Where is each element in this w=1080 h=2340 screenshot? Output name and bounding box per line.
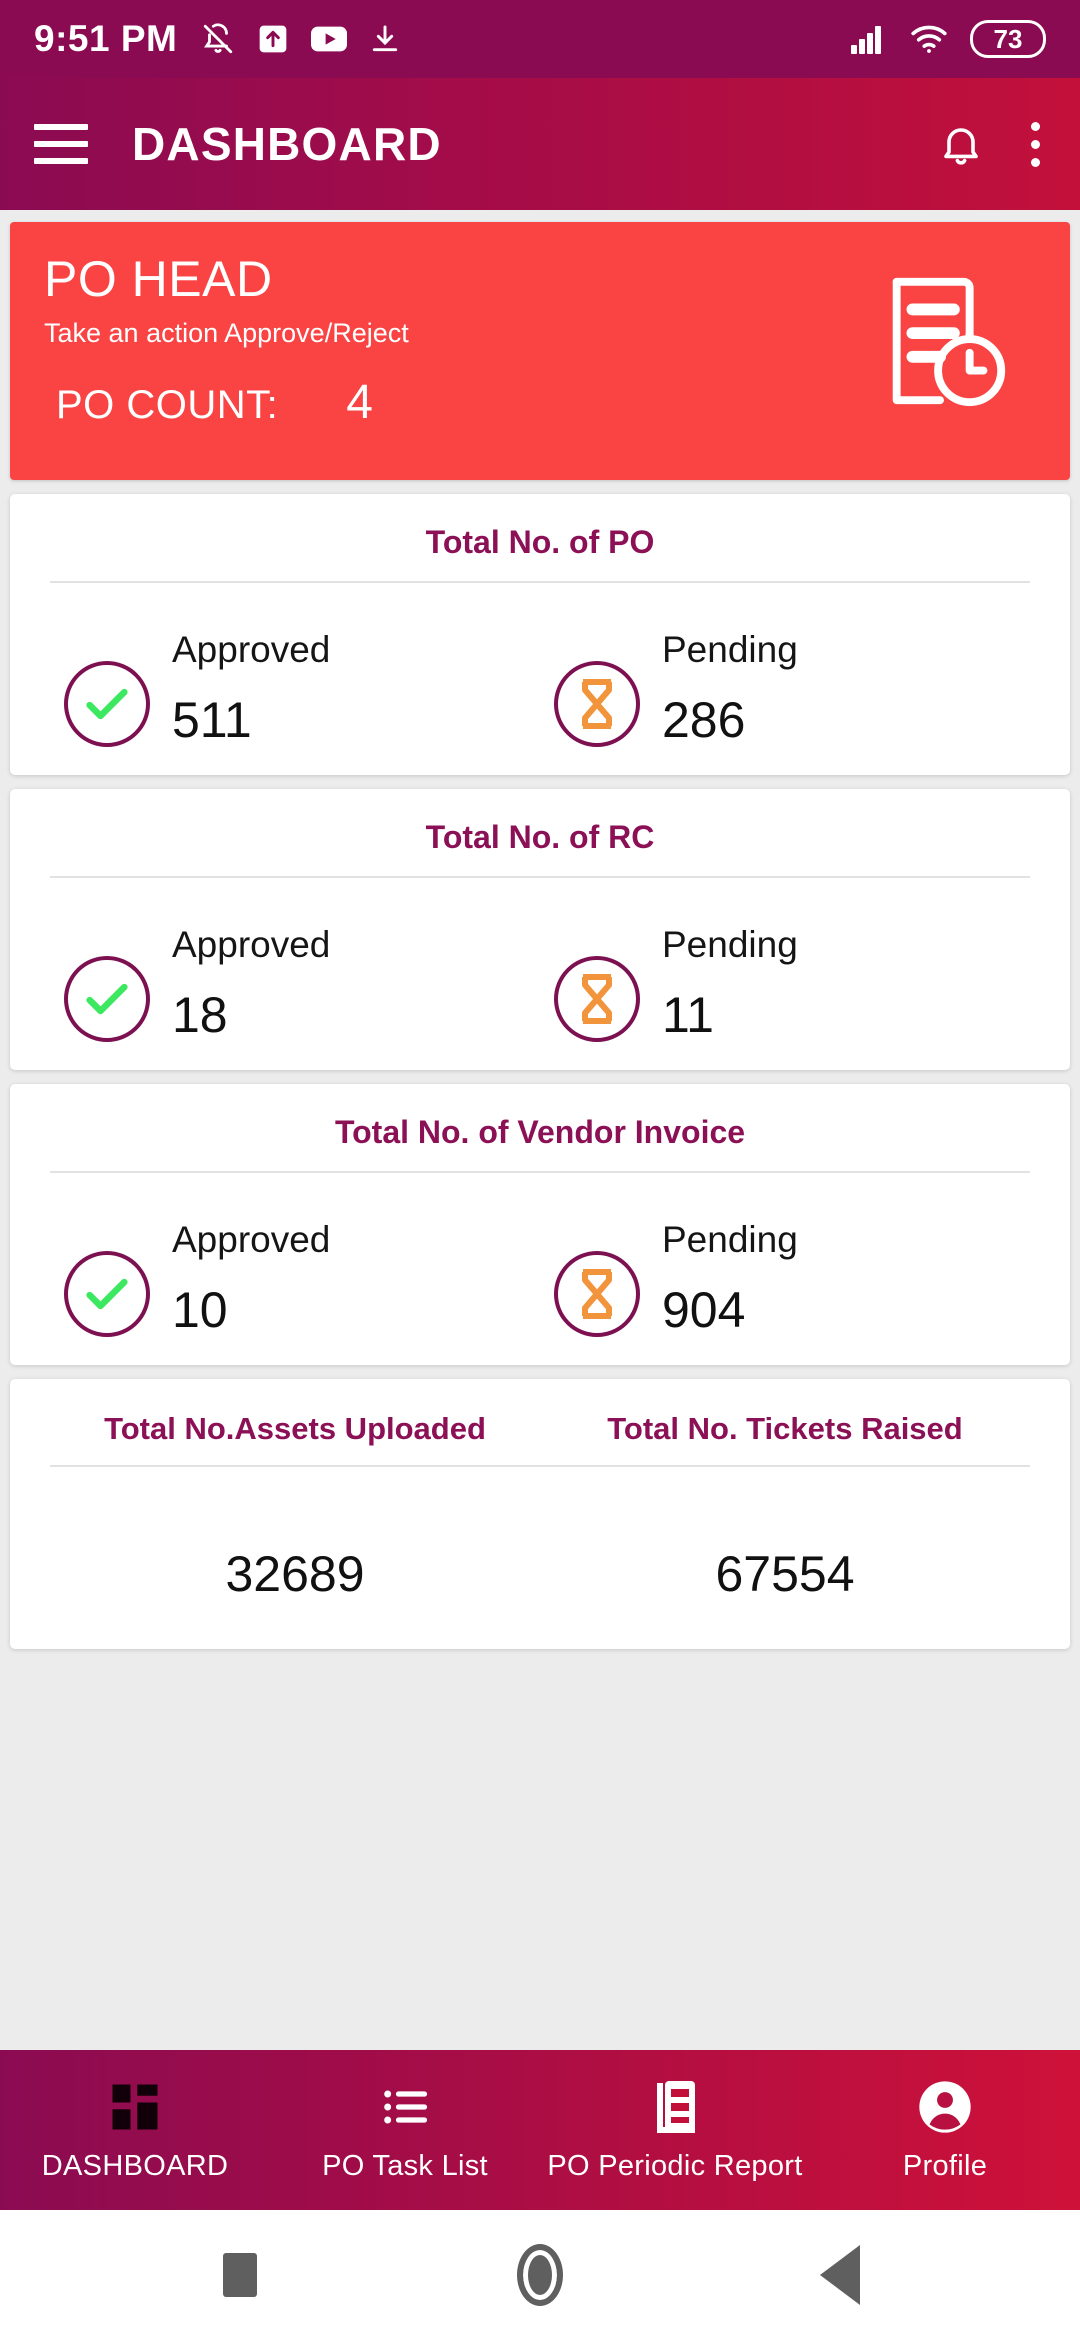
card-title: Total No. of Vendor Invoice: [334, 1114, 746, 1150]
square-recents-icon: [223, 2253, 257, 2297]
list-icon: [379, 2078, 431, 2136]
nav-label: PO Periodic Report: [547, 2149, 803, 2182]
card-title: Total No. of RC: [425, 819, 655, 855]
wifi-icon: [910, 24, 948, 54]
nav-label: Profile: [902, 2149, 988, 2182]
bottom-navigation: DASHBOARD PO Task List PO Periodic Repor…: [0, 2050, 1080, 2210]
approved-stat: Approved 10: [50, 1217, 540, 1339]
pending-label: Pending: [662, 629, 798, 670]
pending-value: 286: [662, 692, 746, 748]
phone-screen: 9:51 PM 73 DASHBOARD PO HEAD Take an act…: [0, 0, 1080, 2340]
nav-item-po-periodic-report[interactable]: PO Periodic Report: [540, 2078, 810, 2183]
po-count-label: PO COUNT:: [56, 383, 279, 427]
home-button[interactable]: [390, 2244, 690, 2306]
assets-uploaded-title: Total No.Assets Uploaded: [104, 1411, 486, 1446]
nav-label: DASHBOARD: [41, 2149, 229, 2182]
pending-label: Pending: [662, 1219, 798, 1260]
total-rc-card[interactable]: Total No. of RC Approved 18 Pending 11: [10, 789, 1070, 1070]
approved-stat: Approved 18: [50, 922, 540, 1044]
signal-bars-icon: [850, 24, 888, 54]
check-circle-icon: [64, 956, 150, 1042]
nav-label: PO Task List: [322, 2149, 488, 2182]
bell-icon[interactable]: [937, 120, 985, 168]
dashboard-content[interactable]: PO HEAD Take an action Approve/Reject PO…: [0, 210, 1080, 2050]
total-po-card[interactable]: Total No. of PO Approved 511 Pending 286: [10, 494, 1070, 775]
po-count-value: 4: [346, 376, 373, 429]
status-bar: 9:51 PM 73: [0, 0, 1080, 78]
nav-item-dashboard[interactable]: DASHBOARD: [0, 2078, 270, 2183]
approved-label: Approved: [172, 629, 331, 670]
pending-stat: Pending 904: [540, 1217, 1030, 1339]
circle-home-icon: [517, 2244, 563, 2306]
total-vendor-invoice-card[interactable]: Total No. of Vendor Invoice Approved 10: [10, 1084, 1070, 1365]
hourglass-circle-icon: [554, 1251, 640, 1337]
pending-label: Pending: [662, 924, 798, 965]
hamburger-menu-icon[interactable]: [34, 124, 88, 164]
check-circle-icon: [64, 1251, 150, 1337]
status-bar-system-icons: 73: [850, 19, 1046, 59]
kebab-menu-icon[interactable]: [1025, 116, 1046, 173]
approved-value: 511: [172, 692, 252, 748]
nav-item-profile[interactable]: Profile: [810, 2078, 1080, 2183]
bell-off-icon: [201, 22, 235, 56]
pending-value: 904: [662, 1282, 746, 1338]
pending-stat: Pending 11: [540, 922, 1030, 1044]
assets-tickets-card[interactable]: Total No.Assets Uploaded Total No. Ticke…: [10, 1379, 1070, 1649]
po-head-card[interactable]: PO HEAD Take an action Approve/Reject PO…: [10, 222, 1070, 480]
upload-box-icon: [257, 23, 289, 55]
youtube-icon: [311, 26, 348, 52]
back-button[interactable]: [690, 2245, 990, 2305]
hourglass-circle-icon: [554, 661, 640, 747]
download-icon: [369, 23, 401, 55]
approved-label: Approved: [172, 1219, 331, 1260]
triangle-back-icon: [820, 2245, 860, 2305]
document-clock-icon: [880, 270, 1008, 417]
approved-stat: Approved 511: [50, 627, 540, 749]
tickets-raised-value: 67554: [715, 1546, 855, 1602]
nav-item-po-task-list[interactable]: PO Task List: [270, 2078, 540, 2183]
dashboard-grid-icon: [108, 2078, 162, 2136]
page-title: DASHBOARD: [132, 118, 442, 170]
assets-uploaded-value: 32689: [225, 1546, 365, 1602]
approved-value: 10: [172, 1282, 228, 1338]
hourglass-circle-icon: [554, 956, 640, 1042]
tickets-raised-title: Total No. Tickets Raised: [607, 1411, 963, 1446]
status-bar-notification-icons: [201, 22, 401, 56]
battery-badge: 73: [970, 19, 1046, 59]
report-document-icon: [649, 2078, 701, 2136]
system-navigation-bar: [0, 2210, 1080, 2340]
card-title: Total No. of PO: [425, 524, 655, 560]
person-circle-icon: [917, 2078, 973, 2136]
approved-value: 18: [172, 987, 228, 1043]
pending-stat: Pending 286: [540, 627, 1030, 749]
app-bar: DASHBOARD: [0, 78, 1080, 210]
check-circle-icon: [64, 661, 150, 747]
status-bar-clock: 9:51 PM: [34, 18, 178, 59]
approved-label: Approved: [172, 924, 331, 965]
recents-button[interactable]: [90, 2253, 390, 2297]
pending-value: 11: [662, 987, 714, 1043]
